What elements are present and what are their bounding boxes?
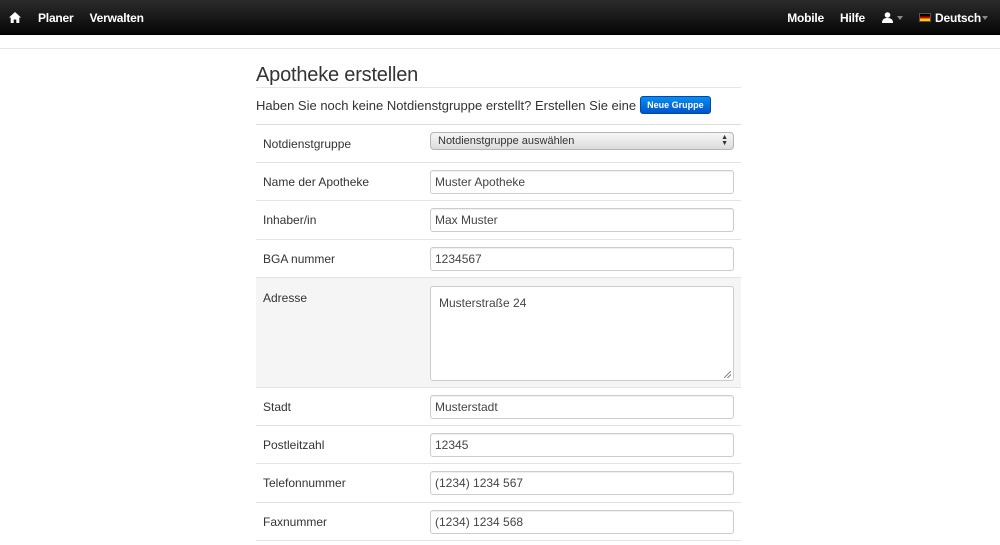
german-flag-icon bbox=[919, 13, 932, 22]
new-group-button[interactable]: Neue Gruppe bbox=[640, 96, 711, 114]
form-row-address: Adresse Musterstraße 24 bbox=[256, 278, 741, 388]
owner-label: Inhaber/in bbox=[263, 213, 317, 227]
navbar-right: Mobile Hilfe Deutsch bbox=[787, 0, 1000, 35]
resize-handle-icon[interactable] bbox=[724, 371, 731, 378]
address-textarea[interactable]: Musterstraße 24 bbox=[430, 286, 734, 381]
home-icon bbox=[8, 12, 21, 23]
address-label: Adresse bbox=[263, 291, 308, 305]
form-row-group: Notdienstgruppe Notdienstgruppe auswähle… bbox=[256, 125, 741, 163]
group-select-value: Notdienstgruppe auswählen bbox=[438, 135, 575, 147]
intro-text: Haben Sie noch keine Notdienstgruppe ers… bbox=[256, 96, 741, 114]
form-row-bga: BGA nummer 1234567 bbox=[256, 240, 741, 278]
top-navbar: Planer Verwalten Mobile Hilfe Deutsch bbox=[0, 0, 1000, 35]
pharmacy-form: Notdienstgruppe Notdienstgruppe auswähle… bbox=[256, 124, 741, 541]
zip-input[interactable]: 12345 bbox=[430, 433, 734, 457]
intro-label: Haben Sie noch keine Notdienstgruppe ers… bbox=[256, 97, 637, 113]
language-label: Deutsch bbox=[935, 10, 981, 25]
form-row-owner: Inhaber/in Max Muster bbox=[256, 201, 741, 240]
fax-label: Faxnummer bbox=[263, 515, 328, 529]
zip-label: Postleitzahl bbox=[263, 438, 325, 452]
group-select[interactable]: Notdienstgruppe auswählen ▲ ▼ bbox=[430, 132, 734, 150]
divider bbox=[256, 87, 741, 88]
owner-input[interactable]: Max Muster bbox=[430, 208, 734, 232]
chevron-down-icon bbox=[897, 16, 904, 20]
form-row-zip: Postleitzahl 12345 bbox=[256, 426, 741, 464]
home-link[interactable] bbox=[6, 12, 23, 23]
form-row-fax: Faxnummer (1234) 1234 568 bbox=[256, 503, 741, 541]
city-label: Stadt bbox=[263, 400, 292, 414]
nav-mobile[interactable]: Mobile bbox=[787, 11, 824, 25]
language-menu[interactable]: Deutsch bbox=[919, 11, 988, 25]
phone-input[interactable]: (1234) 1234 567 bbox=[430, 471, 734, 495]
form-row-name: Name der Apotheke Muster Apotheke bbox=[256, 163, 741, 201]
chevron-down-icon bbox=[982, 16, 988, 20]
form-row-city: Stadt Musterstadt bbox=[256, 388, 741, 426]
name-label: Name der Apotheke bbox=[263, 175, 370, 189]
page-title: Apotheke erstellen bbox=[256, 64, 419, 86]
name-input[interactable]: Muster Apotheke bbox=[430, 170, 734, 194]
bga-label: BGA nummer bbox=[263, 252, 336, 266]
group-label: Notdienstgruppe bbox=[263, 137, 352, 151]
bga-input[interactable]: 1234567 bbox=[430, 247, 734, 271]
nav-help[interactable]: Hilfe bbox=[840, 11, 865, 25]
divider bbox=[0, 48, 1000, 49]
fax-input[interactable]: (1234) 1234 568 bbox=[430, 510, 734, 534]
city-input[interactable]: Musterstadt bbox=[430, 395, 734, 419]
nav-verwalten[interactable]: Verwalten bbox=[90, 11, 144, 25]
navbar-left: Planer Verwalten bbox=[0, 0, 144, 35]
user-icon bbox=[882, 12, 894, 23]
select-arrows-icon: ▲ ▼ bbox=[721, 134, 728, 147]
form-row-phone: Telefonnummer (1234) 1234 567 bbox=[256, 464, 741, 503]
nav-planer[interactable]: Planer bbox=[38, 11, 74, 25]
address-value: Musterstraße 24 bbox=[439, 296, 527, 310]
phone-label: Telefonnummer bbox=[263, 476, 346, 490]
main-content: Apotheke erstellen Haben Sie noch keine … bbox=[256, 55, 741, 541]
user-menu[interactable] bbox=[882, 12, 904, 23]
